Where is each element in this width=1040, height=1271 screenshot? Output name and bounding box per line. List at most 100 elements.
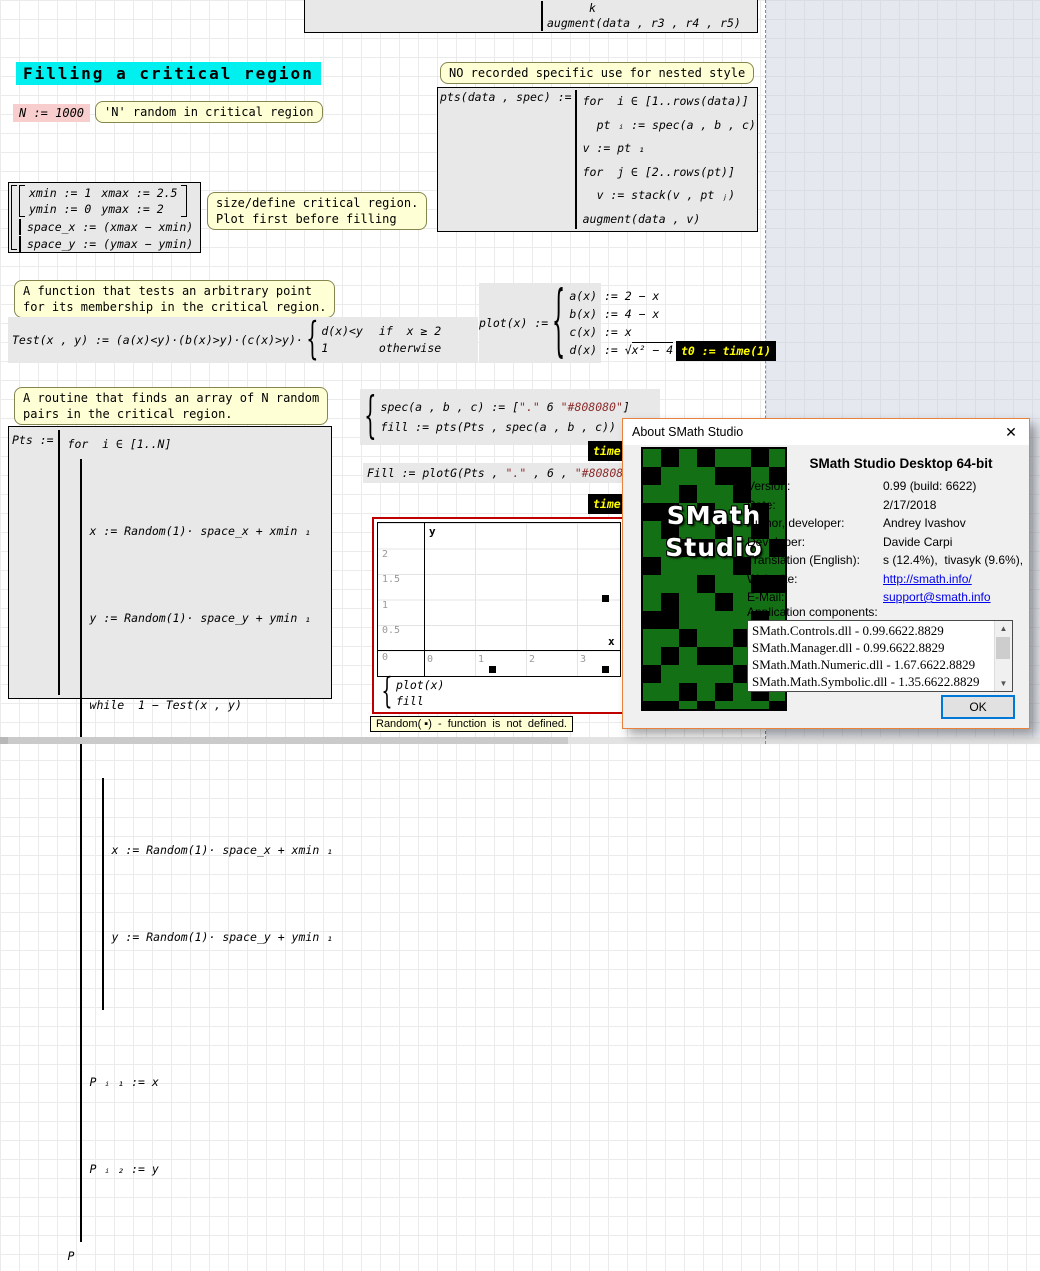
logo-camo-square xyxy=(697,647,733,665)
program-bracket-bar xyxy=(19,236,21,252)
formula-block-augment-partial[interactable]: k augment(data , r3 , r4 , r5) xyxy=(304,0,758,33)
formula-line: c(x) := x xyxy=(569,323,673,341)
website-link[interactable]: http://smath.info/ xyxy=(883,572,972,586)
t0-time-badge[interactable]: t0 := time(1) xyxy=(676,341,776,361)
formula-line: d(x) := √x² − 4 xyxy=(569,341,673,359)
x-axis-label: x xyxy=(608,635,615,648)
horizontal-scrollbar[interactable] xyxy=(0,737,1040,744)
vertical-scrollbar[interactable]: ▲ ▼ xyxy=(994,621,1012,691)
formula-block-region-bounds[interactable]: xmin := 1 xmax := 2.5 ymin := 0 ymax := … xyxy=(8,182,201,253)
logo-camo-square xyxy=(661,647,679,665)
formula-cell: xmax := 2.5 xyxy=(101,185,177,201)
formula-block-fill-plotg[interactable]: Fill := plotG(Pts , "." , 6 , "#808080") xyxy=(363,463,648,483)
formula-lhs: Test(x , y) := (a(x)<y)·(b(x)>y)·(c(x)>y… xyxy=(12,333,303,347)
formula-line: for i ∈ [1..N] xyxy=(68,430,334,459)
note-nested-style[interactable]: NO recorded specific use for nested styl… xyxy=(440,62,754,84)
info-row: Author, developer:Andrey Ivashov xyxy=(747,516,1019,535)
x-tick: 3 xyxy=(580,654,586,665)
info-row: Date:2/17/2018 xyxy=(747,498,1019,517)
scroll-up-icon[interactable]: ▲ xyxy=(995,621,1012,636)
section-title[interactable]: Filling a critical region xyxy=(16,62,321,85)
formula-line: for j ∈ [2..rows(pt)] xyxy=(583,161,756,185)
plot-axes-area[interactable]: y x 2 1.5 1 0.5 0 0 1 2 3 xyxy=(377,522,621,677)
formula-line: y := Random(1)· space_y + ymin ₁ xyxy=(90,604,334,633)
note-routine[interactable]: A routine that finds an array of N rando… xyxy=(14,387,328,425)
logo-camo-square xyxy=(643,701,679,711)
component-item[interactable]: SMath.Manager.dll - 0.99.6622.8829 xyxy=(752,639,995,656)
formula-line: space_y := (ymax − ymin) xyxy=(27,237,193,251)
string-literal: "#808080" xyxy=(561,400,623,414)
formula-case: d(x)<y xyxy=(321,323,363,340)
close-icon[interactable]: ✕ xyxy=(1001,422,1021,442)
formula-line: augment(data , v) xyxy=(583,208,756,232)
logo-camo-square xyxy=(751,449,769,467)
program-bracket-bar xyxy=(58,430,60,695)
logo-camo-square xyxy=(661,449,679,467)
note-size-region[interactable]: size/define critical region.Plot first b… xyxy=(207,192,427,230)
formula-lhs: plot(x) := xyxy=(479,316,548,330)
formula-block-pts-routine[interactable]: Pts := for i ∈ [1..N] x := Random(1)· sp… xyxy=(8,426,332,699)
formula-block-spec-fill[interactable]: { spec(a , b , c) := ["." 6 "#808080"] f… xyxy=(360,389,660,445)
component-item[interactable]: SMath.Controls.dll - 0.99.6622.8829 xyxy=(752,622,995,639)
dialog-titlebar[interactable]: About SMath Studio ✕ xyxy=(623,419,1029,445)
formula-line: augment(data , r3 , r4 , r5) xyxy=(547,16,741,31)
formula-line: P ᵢ ₂ := y xyxy=(90,1155,334,1184)
formula-line: P ᵢ ₁ := x xyxy=(90,1068,334,1097)
about-dialog: About SMath Studio ✕ SMath Studio SMath … xyxy=(622,418,1030,729)
formula-lhs: pts(data , spec) := xyxy=(440,90,572,229)
formula-line: x := Random(1)· space_x + xmin ₁ xyxy=(112,836,334,865)
info-row: Version:0.99 (build: 6622) xyxy=(747,479,1019,498)
formula-line: v := pt ₁ xyxy=(583,137,756,161)
system-brace: { xyxy=(381,675,392,710)
y-tick: 1.5 xyxy=(382,574,400,585)
piecewise-brace: { xyxy=(306,318,318,362)
plot-expression-list[interactable]: { plot(x) fill xyxy=(380,677,444,709)
y-axis-label: y xyxy=(429,525,436,538)
program-bracket-bar xyxy=(541,1,543,31)
formula-block-plot-function[interactable]: plot(x) := { a(x) := 2 − x b(x) := 4 − x… xyxy=(479,283,601,363)
plot-region[interactable]: y x 2 1.5 1 0.5 0 0 1 2 3 { plot(x) fill xyxy=(372,517,624,714)
formula-cell: ymax := 2 xyxy=(101,201,177,217)
formula-block-pts-function[interactable]: pts(data , spec) := for i ∈ [1..rows(dat… xyxy=(437,87,758,232)
logo-camo-square xyxy=(643,665,661,683)
logo-camo-square xyxy=(715,467,751,485)
plot-marker xyxy=(602,666,609,673)
scroll-down-icon[interactable]: ▼ xyxy=(995,676,1012,691)
email-link[interactable]: support@smath.info xyxy=(883,590,991,604)
n-definition[interactable]: N := 1000 xyxy=(13,104,90,122)
scrollbar-thumb[interactable] xyxy=(996,637,1010,659)
component-item[interactable]: SMath.Math.Symbolic.dll - 1.35.6622.8829 xyxy=(752,673,995,690)
x-tick: 2 xyxy=(529,654,535,665)
logo-camo-square xyxy=(769,701,787,711)
logo-camo-square xyxy=(661,593,679,611)
while-body: x := Random(1)· space_x + xmin ₁ y := Ra… xyxy=(102,778,334,1010)
logo-camo-square xyxy=(697,701,715,711)
formula-cond: if x ≥ 2 xyxy=(379,323,441,340)
formula-line: b(x) := 4 − x xyxy=(569,305,673,323)
x-tick: 1 xyxy=(478,654,484,665)
formula-line: v := stack(v , pt ⱼ) xyxy=(583,184,756,208)
component-item[interactable]: SMath.Math.Numeric.dll - 1.67.6622.8829 xyxy=(752,656,995,673)
error-note-random-undefined[interactable]: Random( ▪) - function is not defined. xyxy=(370,716,573,732)
scrollbar-corner xyxy=(0,737,8,744)
note-test-function[interactable]: A function that tests an arbitrary point… xyxy=(14,280,335,318)
formula-line: while 1 − Test(x , y) xyxy=(90,691,334,720)
logo-camo-square xyxy=(697,449,715,467)
scrollbar-thumb[interactable] xyxy=(8,737,568,744)
components-listbox[interactable]: SMath.Controls.dll - 0.99.6622.8829 SMat… xyxy=(747,620,1013,692)
ok-button[interactable]: OK xyxy=(941,695,1015,719)
dialog-heading: SMath Studio Desktop 64-bit xyxy=(783,456,1019,471)
logo-camo-square xyxy=(679,629,697,647)
y-tick: 1 xyxy=(382,600,388,611)
formula-line: fill := pts(Pts , spec(a , b , c)) xyxy=(381,417,630,437)
plot-marker xyxy=(602,595,609,602)
note-n-random[interactable]: 'N' random in critical region xyxy=(95,101,323,123)
plot-expression: fill xyxy=(396,693,444,709)
system-brace: { xyxy=(552,284,565,362)
formula-block-test-function[interactable]: Test(x , y) := (a(x)<y)·(b(x)>y)·(c(x)>y… xyxy=(8,317,478,363)
formula-line: k xyxy=(547,1,741,16)
components-list: SMath.Controls.dll - 0.99.6622.8829 SMat… xyxy=(748,622,995,690)
y-tick: 0.5 xyxy=(382,625,400,636)
matrix-bracket-right xyxy=(181,185,187,217)
x-axis-line xyxy=(378,650,620,651)
